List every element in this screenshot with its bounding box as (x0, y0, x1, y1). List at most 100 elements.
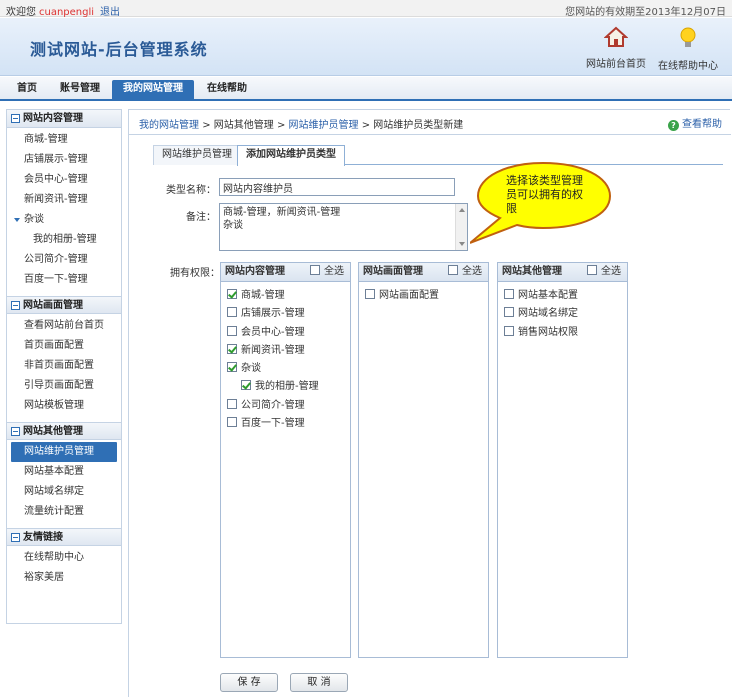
breadcrumb-sep: > (202, 120, 211, 131)
online-help-link[interactable]: 在线帮助中心 (658, 26, 718, 72)
perm-row[interactable]: 店铺展示-管理 (221, 305, 350, 323)
type-name-label: 类型名称： (166, 185, 216, 196)
sidebar-item[interactable]: 首页画面配置 (7, 336, 121, 356)
username: cuanpengli (39, 7, 95, 18)
logout-link[interactable]: 退出 (100, 7, 120, 18)
perm-label: 商城-管理 (241, 290, 285, 301)
front-home-link[interactable]: 网站前台首页 (586, 26, 646, 70)
breadcrumb-current: 网站维护员类型新建 (373, 120, 464, 131)
sidebar-item[interactable]: 新闻资讯-管理 (7, 190, 121, 210)
breadcrumb-link[interactable]: 我的网站管理 (139, 120, 199, 131)
perm-label: 百度一下-管理 (241, 418, 305, 430)
sidebar-section-links[interactable]: 友情链接 (7, 528, 121, 546)
sidebar-section-content[interactable]: 网站内容管理 (7, 110, 121, 128)
perm-panel-title: 网站内容管理 (225, 266, 285, 277)
perm-checkbox[interactable] (227, 289, 237, 299)
perm-row[interactable]: 新闻资讯-管理 (221, 342, 350, 360)
sidebar-item[interactable]: 流量统计配置 (7, 502, 121, 522)
sidebar-section-other[interactable]: 网站其他管理 (7, 422, 121, 440)
tab-maintainer-list[interactable]: 网站维护员管理 (153, 145, 241, 165)
select-all-label: 全选 (462, 266, 482, 277)
remark-label: 备注： (186, 212, 216, 223)
sidebar-item-maintainers[interactable]: 网站维护员管理 (11, 442, 117, 462)
perm-row[interactable]: 杂谈 (221, 360, 350, 378)
tab-home[interactable]: 首页 (8, 81, 46, 101)
sidebar-item[interactable]: 网站基本配置 (7, 462, 121, 482)
scroll-up-icon (459, 208, 465, 212)
perm-checkbox[interactable] (504, 325, 514, 336)
sidebar-item[interactable]: 商城-管理 (7, 130, 121, 150)
perm-checkbox[interactable] (241, 380, 251, 391)
perm-panel-display: 网站画面管理 全选 网站画面配置 (358, 262, 489, 658)
perm-row[interactable]: 百度一下-管理 (221, 415, 350, 433)
perm-row-sub[interactable]: 我的相册-管理 (221, 378, 350, 396)
sidebar-item[interactable]: 引导页画面配置 (7, 376, 121, 396)
perm-checkbox[interactable] (227, 343, 237, 354)
tab-account[interactable]: 账号管理 (52, 81, 108, 101)
perm-row[interactable]: 会员中心-管理 (221, 324, 350, 342)
sidebar-item[interactable]: 公司简介-管理 (7, 250, 121, 270)
remark-textarea[interactable]: 商城-管理，新闻资讯-管理 杂谈 (219, 203, 468, 251)
perm-row[interactable]: 网站画面配置 (359, 287, 488, 305)
scroll-down-icon (459, 242, 465, 246)
sidebar-item[interactable]: 会员中心-管理 (7, 170, 121, 190)
select-all[interactable]: 全选 (587, 263, 621, 281)
perm-panel-title: 网站其他管理 (502, 266, 562, 277)
sub-tabs: 网站维护员管理 添加网站维护员类型 (153, 145, 723, 166)
perm-row[interactable]: 商城-管理 (221, 287, 350, 305)
select-all-checkbox[interactable] (448, 265, 458, 275)
sidebar-item[interactable]: 非首页画面配置 (7, 356, 121, 376)
select-all-checkbox[interactable] (310, 265, 320, 275)
sidebar-item[interactable]: 裕家美居 (7, 568, 121, 588)
perm-label: 新闻资讯-管理 (241, 344, 305, 356)
sidebar-subitem[interactable]: 我的相册-管理 (7, 230, 121, 250)
section-title: 友情链接 (23, 532, 63, 543)
perm-checkbox[interactable] (227, 417, 237, 428)
perm-label: 网站基本配置 (518, 290, 578, 301)
perm-checkbox[interactable] (365, 289, 375, 299)
sidebar-section-display[interactable]: 网站画面管理 (7, 296, 121, 314)
perm-checkbox[interactable] (227, 362, 237, 373)
front-home-label: 网站前台首页 (586, 59, 646, 70)
perm-label: 我的相册-管理 (255, 381, 319, 393)
sidebar-item[interactable]: 查看网站前台首页 (7, 316, 121, 336)
app-title: 测试网站-后台管理系统 (30, 40, 208, 59)
perm-checkbox[interactable] (227, 307, 237, 318)
breadcrumb: 我的网站管理 > 网站其他管理 > 网站维护员管理 > 网站维护员类型新建 (139, 116, 463, 131)
perm-row[interactable]: 网站域名绑定 (498, 305, 627, 323)
save-button[interactable]: 保 存 (220, 673, 278, 692)
perm-label: 销售网站权限 (518, 326, 578, 338)
sidebar-item[interactable]: 在线帮助中心 (7, 548, 121, 568)
perm-checkbox[interactable] (504, 289, 514, 299)
perm-checkbox[interactable] (227, 325, 237, 336)
perm-label: 网站画面配置 (379, 290, 439, 301)
cancel-button[interactable]: 取 消 (290, 673, 348, 692)
tab-add-maintainer-type[interactable]: 添加网站维护员类型 (237, 145, 345, 166)
sidebar-item[interactable]: 网站域名绑定 (7, 482, 121, 502)
perm-row[interactable]: 销售网站权限 (498, 324, 627, 342)
sidebar-item[interactable]: 店铺展示-管理 (7, 150, 121, 170)
textarea-scrollbar[interactable] (455, 204, 467, 250)
collapse-icon (11, 427, 20, 436)
perm-checkbox[interactable] (504, 307, 514, 318)
tab-my-site[interactable]: 我的网站管理 (112, 80, 194, 100)
sidebar-item-group[interactable]: 杂谈 (7, 210, 121, 230)
collapse-icon (11, 114, 20, 123)
select-all[interactable]: 全选 (310, 263, 344, 281)
expiry-text: 您网站的有效期至2013年12月07日 (565, 7, 726, 18)
type-name-input[interactable] (219, 178, 455, 196)
select-all[interactable]: 全选 (448, 263, 482, 281)
sidebar-item[interactable]: 网站模板管理 (7, 396, 121, 416)
help-label: 查看帮助 (682, 119, 722, 130)
sidebar-item[interactable]: 百度一下-管理 (7, 270, 121, 290)
perm-row[interactable]: 公司简介-管理 (221, 397, 350, 415)
section-title: 网站内容管理 (23, 113, 83, 124)
breadcrumb-link[interactable]: 网站维护员管理 (289, 120, 359, 131)
welcome-area: 欢迎您 cuanpengli 退出 (6, 3, 120, 18)
perm-row[interactable]: 网站基本配置 (498, 287, 627, 305)
tab-help[interactable]: 在线帮助 (198, 81, 256, 101)
help-link[interactable]: ? 查看帮助 (668, 115, 722, 131)
perm-checkbox[interactable] (227, 398, 237, 409)
select-all-checkbox[interactable] (587, 265, 597, 275)
perm-label: 会员中心-管理 (241, 326, 305, 338)
